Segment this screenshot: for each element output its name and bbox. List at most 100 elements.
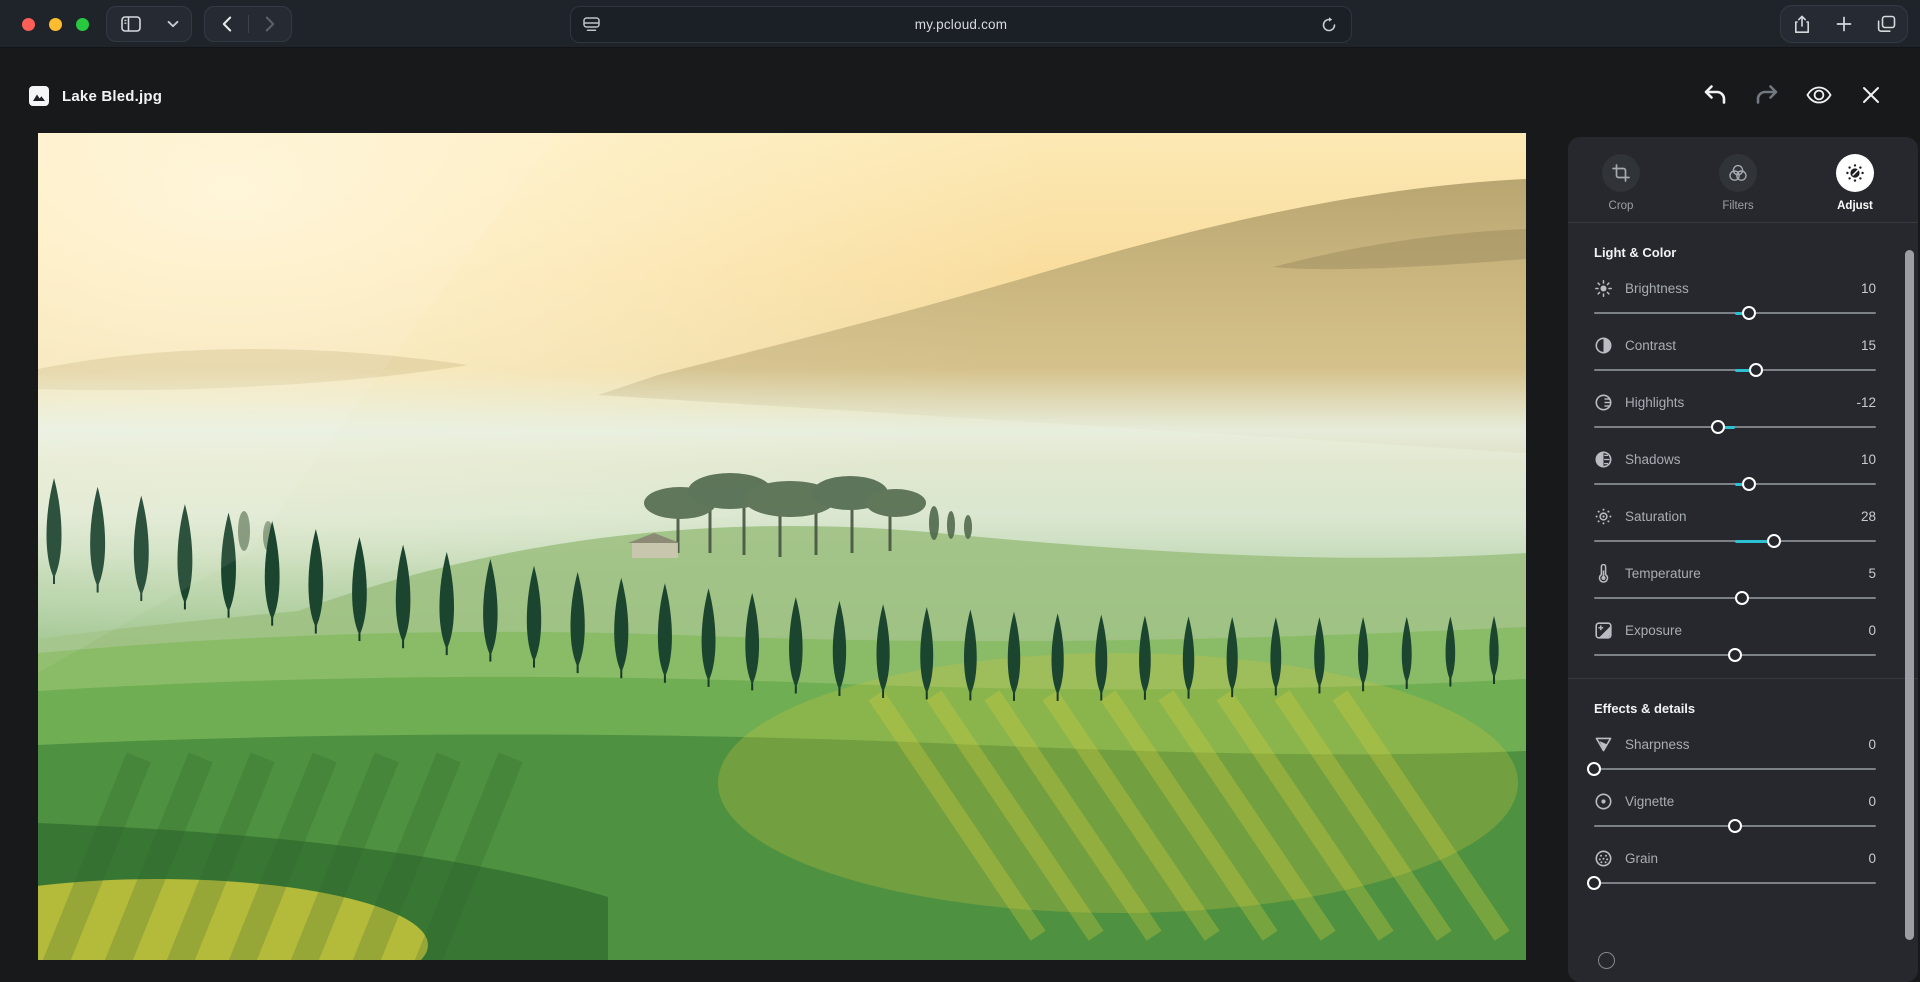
chevron-right-icon: [265, 16, 275, 32]
sharpness-slider-thumb[interactable]: [1587, 762, 1601, 776]
brightness-icon: [1594, 279, 1612, 297]
zoom-window-button[interactable]: [76, 18, 89, 31]
grain-slider-thumb[interactable]: [1587, 876, 1601, 890]
tabs-icon: [1877, 15, 1896, 33]
editor-tabs: Crop Filters Adjust: [1568, 137, 1918, 222]
exposure-row: Exposure 0: [1594, 617, 1876, 662]
vignette-icon: [1594, 792, 1612, 810]
plus-icon: [1836, 16, 1852, 32]
tab-label: Crop: [1609, 200, 1634, 212]
sidebar-menu-button[interactable]: [155, 7, 191, 41]
saturation-slider[interactable]: [1594, 534, 1876, 548]
temperature-slider-thumb[interactable]: [1735, 591, 1749, 605]
slider-value: 10: [1861, 281, 1876, 296]
close-icon: [1862, 86, 1880, 104]
undo-button[interactable]: [1702, 82, 1728, 108]
sharpness-icon: [1594, 735, 1612, 753]
highlights-slider[interactable]: [1594, 420, 1876, 434]
highlights-row: Highlights -12: [1594, 389, 1876, 434]
saturation-icon: [1594, 507, 1612, 525]
vignette-row: Vignette 0: [1594, 788, 1876, 833]
slider-value: 10: [1861, 452, 1876, 467]
share-icon: [1794, 15, 1810, 34]
reload-button[interactable]: [1321, 17, 1337, 33]
panel-scrollbar[interactable]: [1905, 250, 1914, 940]
eye-icon: [1806, 86, 1832, 104]
sidebar-toggle-button[interactable]: [107, 7, 155, 41]
slider-value: 0: [1868, 623, 1876, 638]
close-editor-button[interactable]: [1858, 82, 1884, 108]
tab-adjust[interactable]: Adjust: [1836, 154, 1874, 212]
reload-icon: [1321, 17, 1337, 33]
brightness-row: Brightness 10: [1594, 275, 1876, 320]
adjust-icon: [1836, 154, 1874, 192]
slider-label: Exposure: [1625, 623, 1682, 638]
highlights-icon: [1594, 393, 1612, 411]
new-tab-button[interactable]: [1823, 6, 1865, 42]
slider-value: 28: [1861, 509, 1876, 524]
grain-slider[interactable]: [1594, 876, 1876, 890]
sharpness-row: Sharpness0: [1594, 731, 1876, 776]
slider-label: Brightness: [1625, 281, 1689, 296]
image-file-icon: [29, 86, 49, 106]
slider-label: Highlights: [1625, 395, 1684, 410]
slider-value: 0: [1868, 737, 1876, 752]
window-controls: [22, 18, 89, 31]
contrast-slider-thumb[interactable]: [1749, 363, 1763, 377]
slider-value: -12: [1856, 395, 1876, 410]
undo-icon: [1703, 85, 1727, 105]
brightness-slider[interactable]: [1594, 306, 1876, 320]
highlights-slider-thumb[interactable]: [1711, 420, 1725, 434]
shadows-slider-thumb[interactable]: [1742, 477, 1756, 491]
adjust-panel: CropFiltersAdjust Light & ColorBrightnes…: [1568, 137, 1918, 982]
contrast-icon: [1594, 336, 1612, 354]
shadows-slider[interactable]: [1594, 477, 1876, 491]
saturation-row: Saturation28: [1594, 503, 1876, 548]
slider-label: Contrast: [1625, 338, 1676, 353]
sharpness-slider[interactable]: [1594, 762, 1876, 776]
preview-button[interactable]: [1806, 82, 1832, 108]
back-button[interactable]: [205, 7, 248, 41]
chevron-left-icon: [222, 16, 232, 32]
sidebar-icon: [121, 16, 141, 32]
forward-button[interactable]: [249, 7, 291, 41]
exposure-slider[interactable]: [1594, 648, 1876, 662]
tab-label: Adjust: [1837, 200, 1873, 212]
file-title: Lake Bled.jpg: [29, 86, 162, 106]
tab-crop[interactable]: Crop: [1602, 154, 1640, 212]
address-bar[interactable]: my.pcloud.com: [570, 6, 1352, 43]
browser-toolbar: my.pcloud.com: [0, 0, 1920, 48]
contrast-slider[interactable]: [1594, 363, 1876, 377]
vignette-slider[interactable]: [1594, 819, 1876, 833]
slider-value: 5: [1868, 566, 1876, 581]
share-button[interactable]: [1781, 6, 1823, 42]
slider-label: Vignette: [1625, 794, 1674, 809]
contrast-row: Contrast15: [1594, 332, 1876, 377]
close-window-button[interactable]: [22, 18, 35, 31]
section-light-color: Light & ColorBrightness10Contrast15Highl…: [1568, 245, 1918, 662]
tab-filters[interactable]: Filters: [1719, 154, 1757, 212]
saturation-slider-thumb[interactable]: [1767, 534, 1781, 548]
slider-value: 0: [1868, 851, 1876, 866]
tab-overview-button[interactable]: [1865, 6, 1907, 42]
grain-row: Grain0: [1594, 845, 1876, 890]
vignette-slider-thumb[interactable]: [1728, 819, 1742, 833]
redo-button[interactable]: [1754, 82, 1780, 108]
shadows-icon: [1594, 450, 1612, 468]
brightness-slider-thumb[interactable]: [1742, 306, 1756, 320]
temperature-slider[interactable]: [1594, 591, 1876, 605]
shadows-row: Shadows 10: [1594, 446, 1876, 491]
slider-label: Shadows: [1625, 452, 1681, 467]
section-title: Effects & details: [1594, 701, 1876, 719]
exposure-slider-thumb[interactable]: [1728, 648, 1742, 662]
slider-value: 0: [1868, 794, 1876, 809]
photo-canvas: [38, 133, 1526, 960]
grain-icon: [1594, 849, 1612, 867]
editor-header: Lake Bled.jpg: [0, 48, 1920, 133]
temperature-row: Temperature 5: [1594, 560, 1876, 605]
slider-label: Temperature: [1625, 566, 1701, 581]
filters-icon: [1719, 154, 1757, 192]
minimize-window-button[interactable]: [49, 18, 62, 31]
temperature-icon: [1594, 564, 1612, 582]
redo-icon: [1755, 85, 1779, 105]
